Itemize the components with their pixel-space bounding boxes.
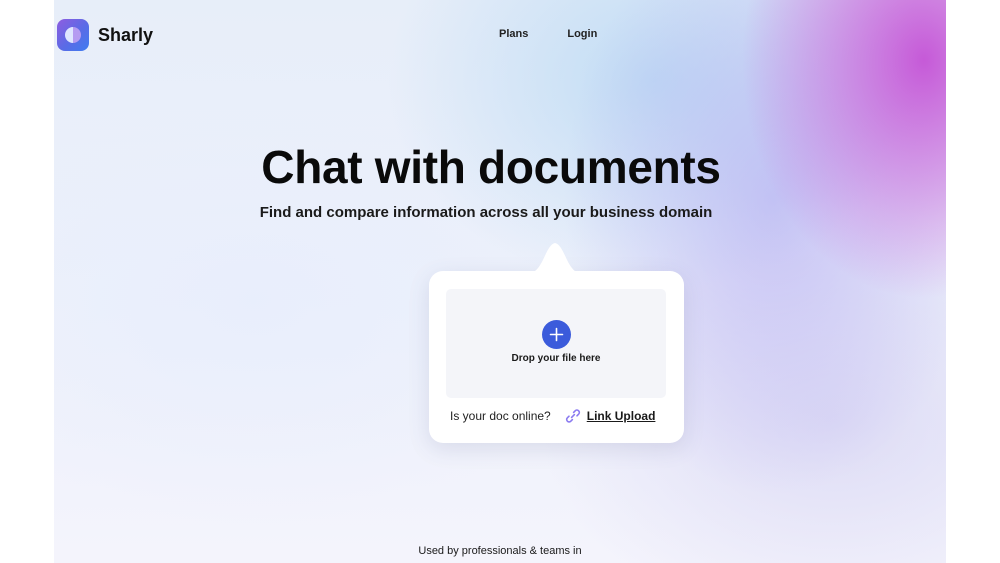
online-question-text: Is your doc online? (450, 409, 551, 423)
nav-login-link[interactable]: Login (567, 28, 597, 40)
nav-plans-link[interactable]: Plans (499, 28, 528, 40)
landing-page: Sharly Plans Login Chat with documents F… (54, 0, 946, 563)
card-notch (529, 243, 581, 273)
hero-title: Chat with documents (261, 141, 721, 193)
file-dropzone[interactable]: Drop your file here (446, 289, 666, 398)
link-upload-button[interactable]: Link Upload (587, 409, 656, 423)
upload-card: Drop your file here Is your doc online? … (429, 243, 684, 443)
online-doc-row: Is your doc online? Link Upload (450, 408, 655, 424)
hero-subtitle: Find and compare information across all … (259, 204, 713, 221)
plus-icon[interactable] (542, 320, 571, 349)
link-icon (565, 408, 581, 424)
sharly-logo-icon (57, 19, 89, 51)
brand-logo[interactable]: Sharly (57, 19, 153, 51)
brand-name: Sharly (98, 24, 154, 45)
used-by-text: Used by professionals & teams in (418, 545, 582, 557)
top-nav: Plans Login (499, 28, 597, 40)
drop-file-label: Drop your file here (511, 353, 601, 364)
